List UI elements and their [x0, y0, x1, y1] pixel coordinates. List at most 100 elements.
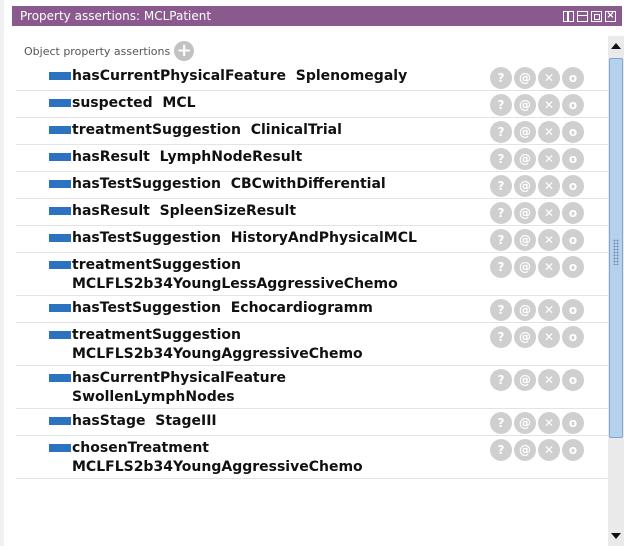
delete-icon[interactable]: ✕ [538, 412, 560, 434]
title-bar: Property assertions: MCLPatient × [12, 6, 622, 26]
question-icon[interactable]: ? [490, 202, 512, 224]
delete-icon[interactable]: ✕ [538, 175, 560, 197]
annotation-icon[interactable]: @ [514, 229, 536, 251]
delete-icon[interactable]: ✕ [538, 326, 560, 348]
edit-icon[interactable]: o [562, 412, 584, 434]
assertion-row[interactable]: hasTestSuggestion Echocardiogramm? @ ✕ o [16, 296, 608, 323]
question-icon[interactable]: ? [490, 229, 512, 251]
row-actions: ? @ ✕ o [490, 326, 584, 348]
question-icon[interactable]: ? [490, 412, 512, 434]
property-value: Echocardiogramm [230, 300, 373, 316]
delete-icon[interactable]: ✕ [538, 229, 560, 251]
property-name: suspected [72, 95, 153, 111]
edit-icon[interactable]: o [562, 256, 584, 278]
object-property-icon [49, 180, 71, 188]
assertion-text: hasCurrentPhysicalFeature Splenomegaly [72, 67, 492, 86]
question-icon[interactable]: ? [490, 256, 512, 278]
property-value: MCLFLS2b34YoungLessAggressiveChemo [72, 276, 398, 292]
assertion-row[interactable]: hasStage StageIII? @ ✕ o [16, 409, 608, 436]
split-vertical-icon[interactable] [563, 10, 574, 22]
delete-icon[interactable]: ✕ [538, 94, 560, 116]
assertion-row[interactable]: hasTestSuggestion HistoryAndPhysicalMCL?… [16, 226, 608, 253]
question-icon[interactable]: ? [490, 299, 512, 321]
row-actions: ? @ ✕ o [490, 94, 584, 116]
float-window-icon[interactable] [591, 10, 602, 22]
property-value: Splenomegaly [295, 68, 408, 84]
edit-icon[interactable]: o [562, 326, 584, 348]
assertion-row[interactable]: hasResult SpleenSizeResult? @ ✕ o [16, 199, 608, 226]
edit-icon[interactable]: o [562, 67, 584, 89]
annotation-icon[interactable]: @ [514, 67, 536, 89]
property-name: hasStage [72, 413, 146, 429]
assertion-row[interactable]: hasResult LymphNodeResult? @ ✕ o [16, 145, 608, 172]
edit-icon[interactable]: o [562, 121, 584, 143]
assertion-row[interactable]: hasCurrentPhysicalFeature Splenomegaly? @… [16, 64, 608, 91]
row-actions: ? @ ✕ o [490, 121, 584, 143]
assertion-row[interactable]: chosenTreatment MCLFLS2b34YoungAggressiv… [16, 436, 608, 479]
assertion-row[interactable]: hasTestSuggestion CBCwithDifferential? @ ✕… [16, 172, 608, 199]
delete-icon[interactable]: ✕ [538, 67, 560, 89]
assertion-row[interactable]: hasCurrentPhysicalFeature SwollenLymphNo… [16, 366, 608, 409]
edit-icon[interactable]: o [562, 229, 584, 251]
edit-icon[interactable]: o [562, 175, 584, 197]
object-property-icon [49, 153, 71, 161]
delete-icon[interactable]: ✕ [538, 439, 560, 461]
scroll-down-icon[interactable] [608, 528, 624, 544]
delete-icon[interactable]: ✕ [538, 369, 560, 391]
assertion-row[interactable]: treatmentSuggestion ClinicalTrial? @ ✕ o [16, 118, 608, 145]
question-icon[interactable]: ? [490, 67, 512, 89]
question-icon[interactable]: ? [490, 439, 512, 461]
annotation-icon[interactable]: @ [514, 439, 536, 461]
annotation-icon[interactable]: @ [514, 148, 536, 170]
delete-icon[interactable]: ✕ [538, 148, 560, 170]
question-icon[interactable]: ? [490, 94, 512, 116]
question-icon[interactable]: ? [490, 369, 512, 391]
annotation-icon[interactable]: @ [514, 299, 536, 321]
object-property-icon [49, 304, 71, 312]
question-icon[interactable]: ? [490, 121, 512, 143]
delete-icon[interactable]: ✕ [538, 299, 560, 321]
delete-icon[interactable]: ✕ [538, 121, 560, 143]
object-property-icon [49, 207, 71, 215]
delete-icon[interactable]: ✕ [538, 256, 560, 278]
annotation-icon[interactable]: @ [514, 369, 536, 391]
object-property-icon [49, 261, 71, 269]
property-name: hasResult [72, 203, 150, 219]
close-window-icon[interactable]: × [605, 10, 616, 22]
vertical-scrollbar[interactable] [608, 36, 624, 546]
object-property-icon [49, 72, 71, 80]
assertion-row[interactable]: treatmentSuggestion MCLFLS2b34YoungLessA… [16, 253, 608, 296]
assertion-text: chosenTreatment MCLFLS2b34YoungAggressiv… [72, 439, 492, 477]
edit-icon[interactable]: o [562, 94, 584, 116]
object-property-icon [49, 374, 71, 382]
plus-circle-icon[interactable]: + [174, 41, 195, 61]
edit-icon[interactable]: o [562, 148, 584, 170]
question-icon[interactable]: ? [490, 326, 512, 348]
edit-icon[interactable]: o [562, 299, 584, 321]
delete-icon[interactable]: ✕ [538, 202, 560, 224]
scroll-up-icon[interactable] [608, 38, 624, 54]
scrollbar-thumb[interactable] [609, 58, 623, 438]
property-name: treatmentSuggestion [72, 327, 241, 343]
object-property-icon [49, 234, 71, 242]
split-horizontal-icon[interactable] [577, 10, 588, 22]
annotation-icon[interactable]: @ [514, 256, 536, 278]
annotation-icon[interactable]: @ [514, 121, 536, 143]
property-name: hasTestSuggestion [72, 300, 221, 316]
property-value: MCL [162, 95, 196, 111]
annotation-icon[interactable]: @ [514, 202, 536, 224]
annotation-icon[interactable]: @ [514, 94, 536, 116]
assertion-row[interactable]: suspected MCL? @ ✕ o [16, 91, 608, 118]
assertion-text: hasCurrentPhysicalFeature SwollenLymphNo… [72, 369, 492, 407]
edit-icon[interactable]: o [562, 202, 584, 224]
annotation-icon[interactable]: @ [514, 326, 536, 348]
annotation-icon[interactable]: @ [514, 412, 536, 434]
edit-icon[interactable]: o [562, 369, 584, 391]
edit-icon[interactable]: o [562, 439, 584, 461]
question-icon[interactable]: ? [490, 148, 512, 170]
property-value: LymphNodeResult [159, 149, 303, 165]
question-icon[interactable]: ? [490, 175, 512, 197]
assertion-row[interactable]: treatmentSuggestion MCLFLS2b34YoungAggre… [16, 323, 608, 366]
property-value: SwollenLymphNodes [72, 389, 235, 405]
annotation-icon[interactable]: @ [514, 175, 536, 197]
